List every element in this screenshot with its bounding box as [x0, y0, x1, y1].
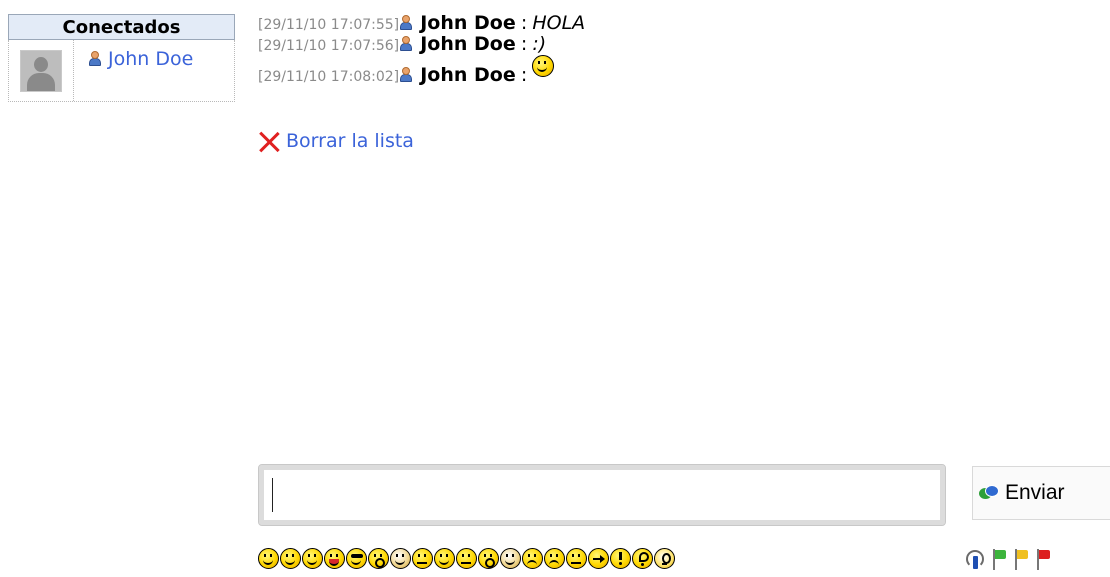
message-author: John Doe — [420, 64, 516, 86]
message-timestamp: [29/11/10 17:08:02] — [258, 69, 400, 85]
message-text: HOLA — [532, 12, 586, 34]
emoticon-bar — [258, 548, 676, 569]
message-author: John Doe — [420, 12, 516, 34]
happy-icon[interactable] — [434, 548, 455, 569]
chat-log: [29/11/10 17:07:55] John Doe : HOLA [29/… — [258, 13, 585, 87]
sad-icon[interactable] — [544, 548, 565, 569]
red-flag-icon[interactable] — [1036, 549, 1052, 570]
send-icon — [979, 485, 999, 501]
chat-message: [29/11/10 17:07:56] John Doe : :) — [258, 34, 585, 55]
user-icon — [399, 67, 413, 82]
neutral-icon[interactable] — [456, 548, 477, 569]
user-icon — [88, 51, 102, 66]
big-grin-icon[interactable] — [280, 548, 301, 569]
user-row: John Doe — [8, 40, 235, 102]
message-separator: : — [520, 64, 528, 86]
blush-icon[interactable] — [478, 548, 499, 569]
message-separator: : — [520, 33, 528, 55]
angry-icon[interactable] — [566, 548, 587, 569]
status-icons — [966, 548, 1052, 570]
avatar-cell — [9, 40, 74, 101]
facepalm-icon[interactable] — [500, 548, 521, 569]
avatar — [20, 49, 62, 92]
message-timestamp: [29/11/10 17:07:55] — [258, 17, 400, 33]
user-icon — [399, 15, 413, 30]
wave-hand-icon[interactable] — [390, 548, 411, 569]
green-flag-icon[interactable] — [992, 549, 1008, 570]
text-caret — [272, 478, 273, 512]
close-icon — [258, 130, 280, 152]
clear-list-link[interactable]: Borrar la lista — [258, 130, 414, 152]
arrow-icon[interactable] — [588, 548, 609, 569]
yellow-flag-icon[interactable] — [1014, 549, 1030, 570]
chat-page: Conectados John Doe [29/11/10 17:07:55] … — [0, 0, 1110, 577]
idea-icon[interactable] — [654, 548, 675, 569]
exclamation-icon[interactable] — [610, 548, 631, 569]
chat-message: [29/11/10 17:08:02] John Doe : — [258, 55, 585, 86]
message-input[interactable] — [258, 464, 946, 526]
message-author: John Doe — [420, 33, 516, 55]
chat-message: [29/11/10 17:07:55] John Doe : HOLA — [258, 13, 585, 34]
message-timestamp: [29/11/10 17:07:56] — [258, 38, 400, 54]
cool-icon[interactable] — [346, 548, 367, 569]
smiley-icon — [532, 55, 555, 77]
clear-list-label: Borrar la lista — [286, 130, 414, 152]
connected-users-header: Conectados — [8, 14, 235, 40]
user-name-link[interactable]: John Doe — [108, 48, 193, 70]
grin-icon[interactable] — [258, 548, 279, 569]
send-button[interactable]: Enviar — [972, 466, 1110, 520]
tongue-icon[interactable] — [324, 548, 345, 569]
connected-users-panel: Conectados John Doe — [8, 14, 235, 102]
user-icon — [399, 36, 413, 51]
user-entry[interactable]: John Doe — [74, 40, 234, 101]
smile-icon[interactable] — [302, 548, 323, 569]
surprised-icon[interactable] — [368, 548, 389, 569]
message-text: :) — [532, 33, 547, 55]
send-label: Enviar — [1005, 481, 1065, 504]
info-icon[interactable] — [966, 550, 986, 570]
crying-icon[interactable] — [522, 548, 543, 569]
message-separator: : — [520, 12, 528, 34]
question-icon[interactable] — [632, 548, 653, 569]
confused-icon[interactable] — [412, 548, 433, 569]
